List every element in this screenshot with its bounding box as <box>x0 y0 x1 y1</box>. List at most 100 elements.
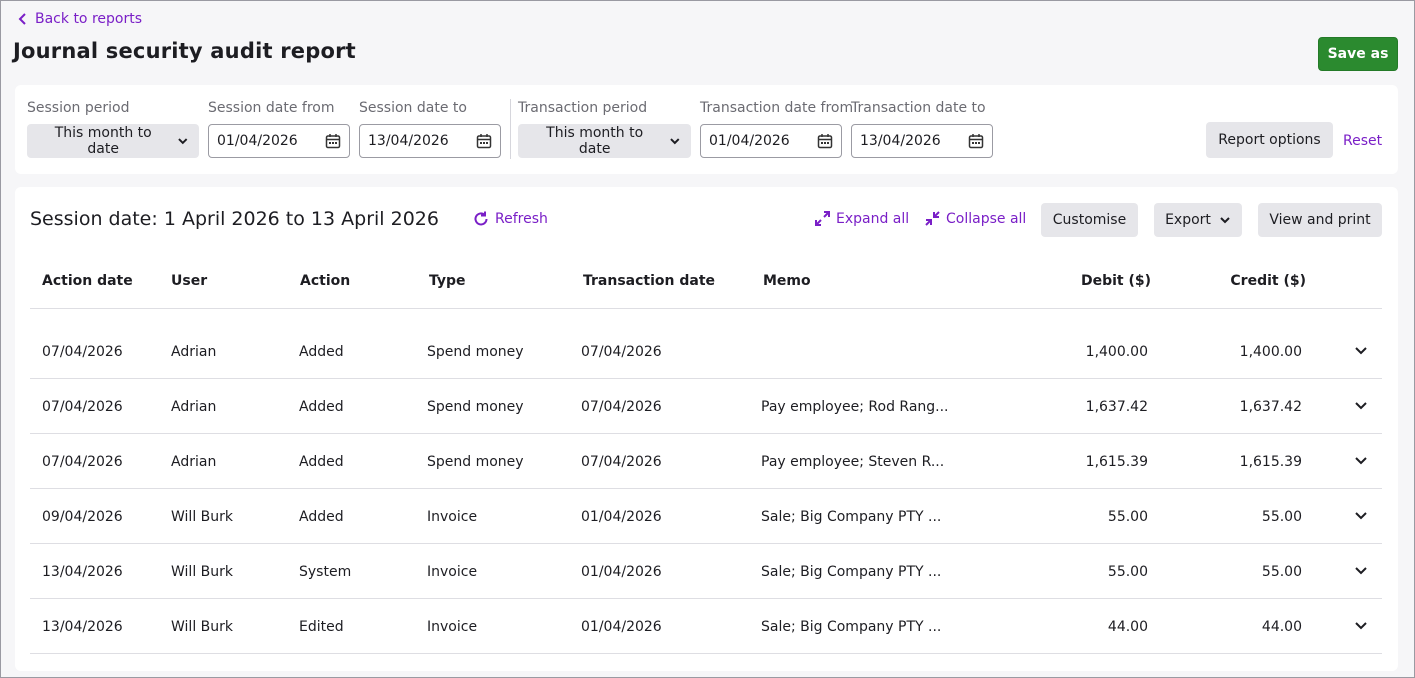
report-options-button[interactable]: Report options <box>1206 122 1333 158</box>
export-button[interactable]: Export <box>1154 203 1242 237</box>
back-to-reports-link[interactable]: Back to reports <box>17 11 142 27</box>
cell-user: Will Burk <box>171 509 233 525</box>
view-and-print-button[interactable]: View and print <box>1258 203 1382 237</box>
export-label: Export <box>1165 212 1211 228</box>
col-credit: Credit ($) <box>1230 273 1306 289</box>
customise-button[interactable]: Customise <box>1041 203 1138 237</box>
chevron-down-icon[interactable] <box>1353 562 1369 578</box>
cell-action-date: 07/04/2026 <box>42 399 123 415</box>
filter-panel: Session period This month to date Sessio… <box>15 85 1398 174</box>
expand-all-button[interactable]: Expand all <box>814 210 909 227</box>
chevron-down-icon <box>178 138 188 145</box>
chevron-down-icon[interactable] <box>1353 617 1369 633</box>
calendar-icon[interactable] <box>817 133 833 149</box>
transaction-to-label: Transaction date to <box>851 100 986 116</box>
cell-type: Spend money <box>427 454 524 470</box>
cell-action-date: 13/04/2026 <box>42 564 123 580</box>
chevron-down-icon[interactable] <box>1353 452 1369 468</box>
session-from-group: Session date from <box>208 100 350 158</box>
refresh-icon <box>474 211 488 226</box>
cell-transaction-date: 01/04/2026 <box>581 509 662 525</box>
transaction-to-input[interactable] <box>860 133 955 149</box>
cell-action: Edited <box>299 619 344 635</box>
transaction-from-field[interactable] <box>700 124 842 158</box>
col-action: Action <box>300 273 351 289</box>
cell-transaction-date: 01/04/2026 <box>581 564 662 580</box>
session-to-group: Session date to <box>359 100 501 158</box>
cell-memo: Sale; Big Company PTY ... <box>761 564 942 580</box>
chevron-down-icon[interactable] <box>1353 342 1369 358</box>
transaction-to-field[interactable] <box>851 124 993 158</box>
chevron-down-icon[interactable] <box>1353 397 1369 413</box>
cell-credit: 55.00 <box>1261 509 1302 525</box>
transaction-period-select[interactable]: This month to date <box>518 124 691 158</box>
session-from-field[interactable] <box>208 124 350 158</box>
cell-user: Adrian <box>171 344 217 360</box>
table-row[interactable]: 13/04/2026 Will Burk System Invoice 01/04/20… <box>30 544 1382 599</box>
session-from-input[interactable] <box>217 133 312 149</box>
session-date-title: Session date: 1 April 2026 to 13 April 2… <box>30 208 439 230</box>
cell-memo: Pay employee; Steven R... <box>761 454 945 470</box>
cell-action-date: 13/04/2026 <box>42 619 123 635</box>
chevron-left-icon <box>18 13 26 25</box>
refresh-button[interactable]: Refresh <box>472 210 548 228</box>
cell-memo: Sale; Big Company PTY ... <box>761 619 942 635</box>
transaction-from-group: Transaction date from <box>700 100 853 158</box>
cell-action: Added <box>299 344 344 360</box>
chevron-down-icon <box>670 138 680 145</box>
cell-debit: 55.00 <box>1107 509 1148 525</box>
cell-transaction-date: 07/04/2026 <box>581 454 662 470</box>
cell-type: Invoice <box>427 564 478 580</box>
calendar-icon[interactable] <box>325 133 341 149</box>
cell-action: Added <box>299 399 344 415</box>
table-row[interactable]: 13/04/2026 Will Burk Edited Invoice 01/04/20… <box>30 599 1382 654</box>
cell-credit: 1,637.42 <box>1239 399 1302 415</box>
session-period-select[interactable]: This month to date <box>27 124 199 158</box>
cell-memo: Pay employee; Rod Rang... <box>761 399 949 415</box>
chevron-down-icon <box>1220 217 1230 224</box>
cell-debit: 55.00 <box>1107 564 1148 580</box>
cell-action-date: 07/04/2026 <box>42 344 123 360</box>
expand-all-label: Expand all <box>836 210 910 227</box>
calendar-icon[interactable] <box>476 133 492 149</box>
collapse-all-button[interactable]: Collapse all <box>924 210 1026 227</box>
chevron-down-icon[interactable] <box>1353 507 1369 523</box>
collapse-icon <box>925 211 940 226</box>
cell-action: Added <box>299 509 344 525</box>
reset-link[interactable]: Reset <box>1343 133 1382 149</box>
cell-action-date: 07/04/2026 <box>42 454 123 470</box>
session-to-label: Session date to <box>359 100 467 116</box>
col-action-date: Action date <box>42 273 133 289</box>
cell-type: Spend money <box>427 344 524 360</box>
calendar-icon[interactable] <box>968 133 984 149</box>
session-to-input[interactable] <box>368 133 463 149</box>
table-row[interactable]: 09/04/2026 Will Burk Added Invoice 01/04/202… <box>30 489 1382 544</box>
col-memo: Memo <box>763 273 811 289</box>
session-period-value: This month to date <box>54 125 152 157</box>
cell-credit: 1,615.39 <box>1239 454 1302 470</box>
cell-action: System <box>299 564 352 580</box>
cell-credit: 55.00 <box>1261 564 1302 580</box>
cell-user: Adrian <box>171 454 217 470</box>
session-to-field[interactable] <box>359 124 501 158</box>
collapse-all-label: Collapse all <box>946 210 1027 227</box>
transaction-from-label: Transaction date from <box>700 100 854 116</box>
cell-type: Spend money <box>427 399 524 415</box>
col-debit: Debit ($) <box>1080 273 1151 289</box>
back-link-label: Back to reports <box>35 11 142 27</box>
filter-divider <box>510 99 511 159</box>
refresh-label: Refresh <box>495 211 548 227</box>
table-row[interactable]: 07/04/2026 Adrian Added Spend money 07/04/20… <box>30 324 1382 379</box>
cell-user: Will Burk <box>171 619 233 635</box>
save-as-button[interactable]: Save as <box>1318 37 1398 71</box>
session-period-label: Session period <box>27 100 130 116</box>
page-title: Journal security audit report <box>13 39 356 63</box>
transaction-from-input[interactable] <box>709 133 804 149</box>
transaction-to-group: Transaction date to <box>851 100 993 158</box>
cell-user: Adrian <box>171 399 217 415</box>
cell-credit: 1,400.00 <box>1239 344 1302 360</box>
col-transaction-date: Transaction date <box>583 273 716 289</box>
table-row[interactable]: 07/04/2026 Adrian Added Spend money 07/04/20… <box>30 434 1382 489</box>
cell-action: Added <box>299 454 344 470</box>
table-row[interactable]: 07/04/2026 Adrian Added Spend money 07/04/20… <box>30 379 1382 434</box>
